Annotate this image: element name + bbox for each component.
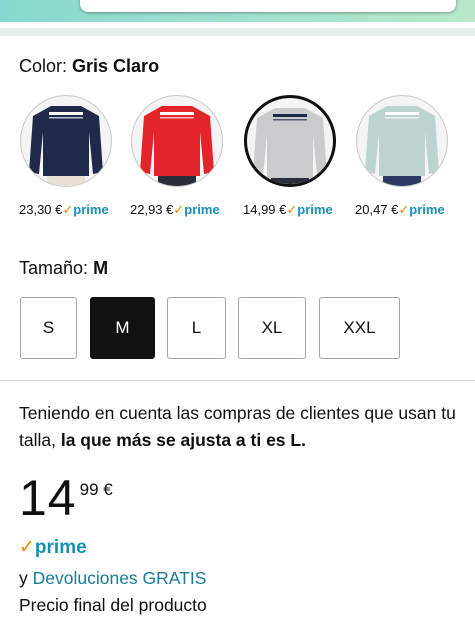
prime-label: prime	[184, 202, 220, 217]
section-divider	[0, 28, 475, 36]
size-button-l[interactable]: L	[167, 297, 226, 359]
swatch-price: 14,99 €✓prime	[243, 202, 333, 218]
size-label: Tamaño:	[19, 258, 89, 278]
price-value: 14,99 €	[243, 202, 287, 217]
size-button-m[interactable]: M	[90, 297, 155, 359]
color-swatch-navy[interactable]	[20, 95, 112, 187]
swatch-price: 20,47 €✓prime	[355, 202, 445, 218]
size-selection-label: Tamaño: M	[19, 258, 108, 279]
color-swatch-red[interactable]	[131, 95, 223, 187]
header-bar	[0, 0, 475, 22]
color-selection-label: Color: Gris Claro	[19, 56, 159, 77]
prime-check-icon: ✓	[19, 537, 35, 558]
size-button-xxl[interactable]: XXL	[319, 297, 400, 359]
search-box[interactable]	[80, 0, 456, 12]
sweater-image	[365, 106, 439, 186]
recommendation-bold: la que más se ajusta a ti es L.	[60, 430, 306, 450]
price-currency: €	[103, 480, 113, 499]
swatch-price: 22,93 €✓prime	[130, 202, 220, 218]
color-swatch-light-grey[interactable]	[244, 95, 336, 187]
product-price: 14 99 €	[19, 470, 113, 526]
price-value: 23,30 €	[19, 202, 63, 217]
color-label: Color:	[19, 56, 68, 76]
color-swatch-mint[interactable]	[356, 95, 448, 187]
prime-label: prime	[409, 202, 445, 217]
selected-color: Gris Claro	[72, 56, 160, 76]
price-value: 22,93 €	[130, 202, 174, 217]
price-fraction: 99	[79, 480, 99, 499]
returns-prefix: y	[19, 568, 28, 588]
prime-check-icon: ✓	[62, 202, 74, 217]
sweater-image	[140, 106, 214, 186]
prime-label: prime	[34, 537, 87, 558]
final-price-note: Precio final del producto	[19, 595, 207, 615]
sweater-image	[253, 108, 327, 184]
price-value: 20,47 €	[355, 202, 399, 217]
size-button-s[interactable]: S	[20, 297, 77, 359]
prime-label: prime	[297, 202, 333, 217]
swatch-price: 23,30 €✓prime	[19, 202, 109, 218]
prime-check-icon: ✓	[286, 202, 298, 217]
price-whole: 14	[19, 470, 77, 526]
size-button-xl[interactable]: XL	[238, 297, 306, 359]
prime-check-icon: ✓	[173, 202, 185, 217]
prime-label: prime	[73, 202, 109, 217]
size-recommendation: Teniendo en cuenta las compras de client…	[19, 400, 459, 454]
sweater-image	[29, 106, 103, 186]
returns-line: y Devoluciones GRATIS	[19, 568, 206, 589]
prime-badge: ✓prime	[19, 536, 87, 559]
price-fraction-currency: 99 €	[80, 480, 113, 500]
free-returns-link[interactable]: Devoluciones GRATIS	[33, 568, 207, 588]
divider	[0, 380, 475, 381]
prime-check-icon: ✓	[398, 202, 410, 217]
selected-size: M	[93, 258, 109, 278]
